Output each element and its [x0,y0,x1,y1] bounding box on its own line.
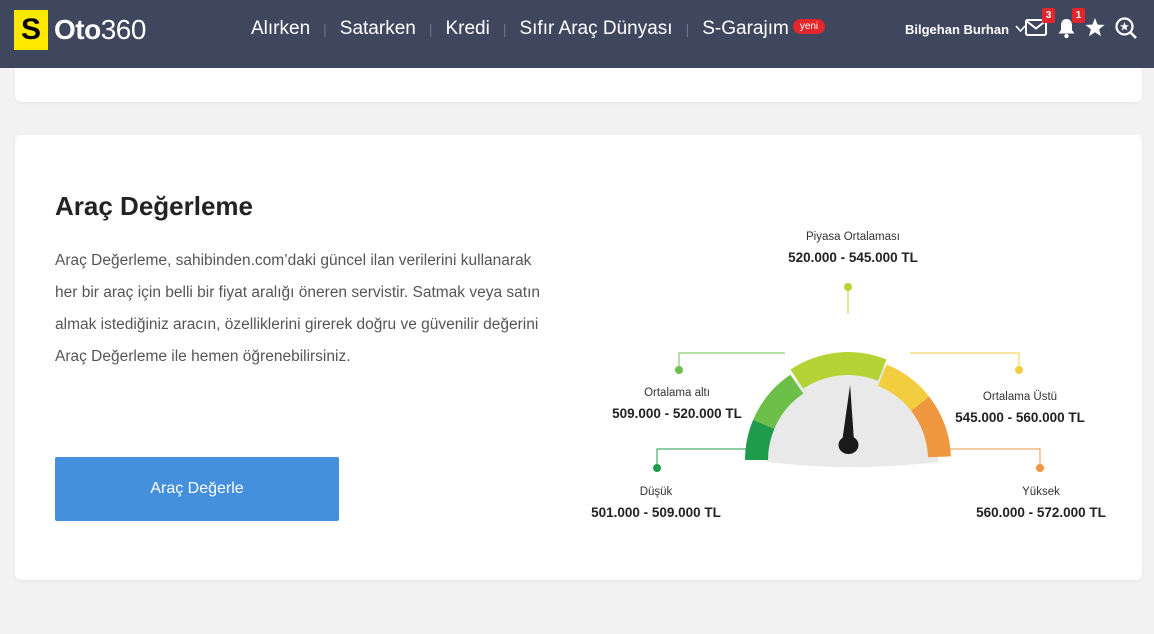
above-average-title: Ortalama Üstü [982,391,1058,403]
star-icon [1084,17,1106,43]
below-average-label: Ortalama altı 509.000 - 520.000 TL [612,387,742,421]
low-leader-line [656,448,751,468]
nav-item-s-garajim[interactable]: S-Garajım yeni [689,18,838,40]
market-average-range: 520.000 - 545.000 TL [788,250,918,265]
previous-section-card [15,68,1142,102]
new-badge: yeni [792,19,826,35]
gauge-needle-hub [838,436,859,454]
section-title: Araç Değerleme [55,191,253,221]
nav-item-alirken[interactable]: Alırken [238,18,323,40]
low-marker-dot [653,464,661,472]
below-average-title: Ortalama altı [644,387,710,399]
nav-item-kredi[interactable]: Kredi [432,18,502,40]
nav-item-label: S-Garajım [702,18,789,39]
below-average-marker-dot [675,366,683,374]
high-title: Yüksek [1022,486,1060,498]
low-range: 501.000 - 509.000 TL [591,505,721,520]
below-average-range: 509.000 - 520.000 TL [612,406,742,421]
market-average-label: Piyasa Ortalaması 520.000 - 545.000 TL [788,231,918,265]
search-button[interactable] [1113,16,1139,44]
top-navigation-bar: S Oto360 Alırken | Satarken | Kredi | Sı… [0,0,1154,68]
below-average-leader-line [678,352,785,370]
market-average-title: Piyasa Ortalaması [806,231,900,243]
price-gauge [653,283,1044,472]
high-leader-line [945,448,1041,468]
nav-item-satarken[interactable]: Satarken [327,18,429,40]
user-name: Bilgehan Burhan [905,22,1010,37]
high-marker-dot [1036,464,1044,472]
section-description: Araç Değerleme, sahibinden.com’daki günc… [55,252,541,365]
high-label: Yüksek 560.000 - 572.000 TL [976,486,1106,520]
nav-item-sifir-arac-dunyasi[interactable]: Sıfır Araç Dünyası [506,18,685,40]
valuate-vehicle-button[interactable]: Araç Değerle [55,457,339,521]
above-average-label: Ortalama Üstü 545.000 - 560.000 TL [955,391,1085,425]
above-average-marker-dot [1015,366,1023,374]
logo-letter: S [14,10,48,50]
low-label: Düşük 501.000 - 509.000 TL [591,486,721,520]
high-range: 560.000 - 572.000 TL [976,505,1106,520]
messages-button[interactable]: 3 [1023,8,1055,44]
market-average-marker-dot [844,283,852,291]
vehicle-valuation-card: Araç Değerleme Araç Değerleme, sahibinde… [15,135,1142,580]
low-title: Düşük [639,486,673,498]
main-nav: Alırken | Satarken | Kredi | Sıfır Araç … [238,16,838,42]
logo-text: Oto360 [54,14,146,45]
user-menu[interactable]: Bilgehan Burhan [905,22,1026,37]
oto360-logo[interactable]: S Oto360 [14,10,146,50]
above-average-range: 545.000 - 560.000 TL [955,410,1085,425]
favorites-button[interactable] [1082,16,1108,44]
search-icon [1114,16,1138,45]
above-average-leader-line [910,352,1020,370]
notifications-button[interactable]: 1 [1053,8,1085,44]
